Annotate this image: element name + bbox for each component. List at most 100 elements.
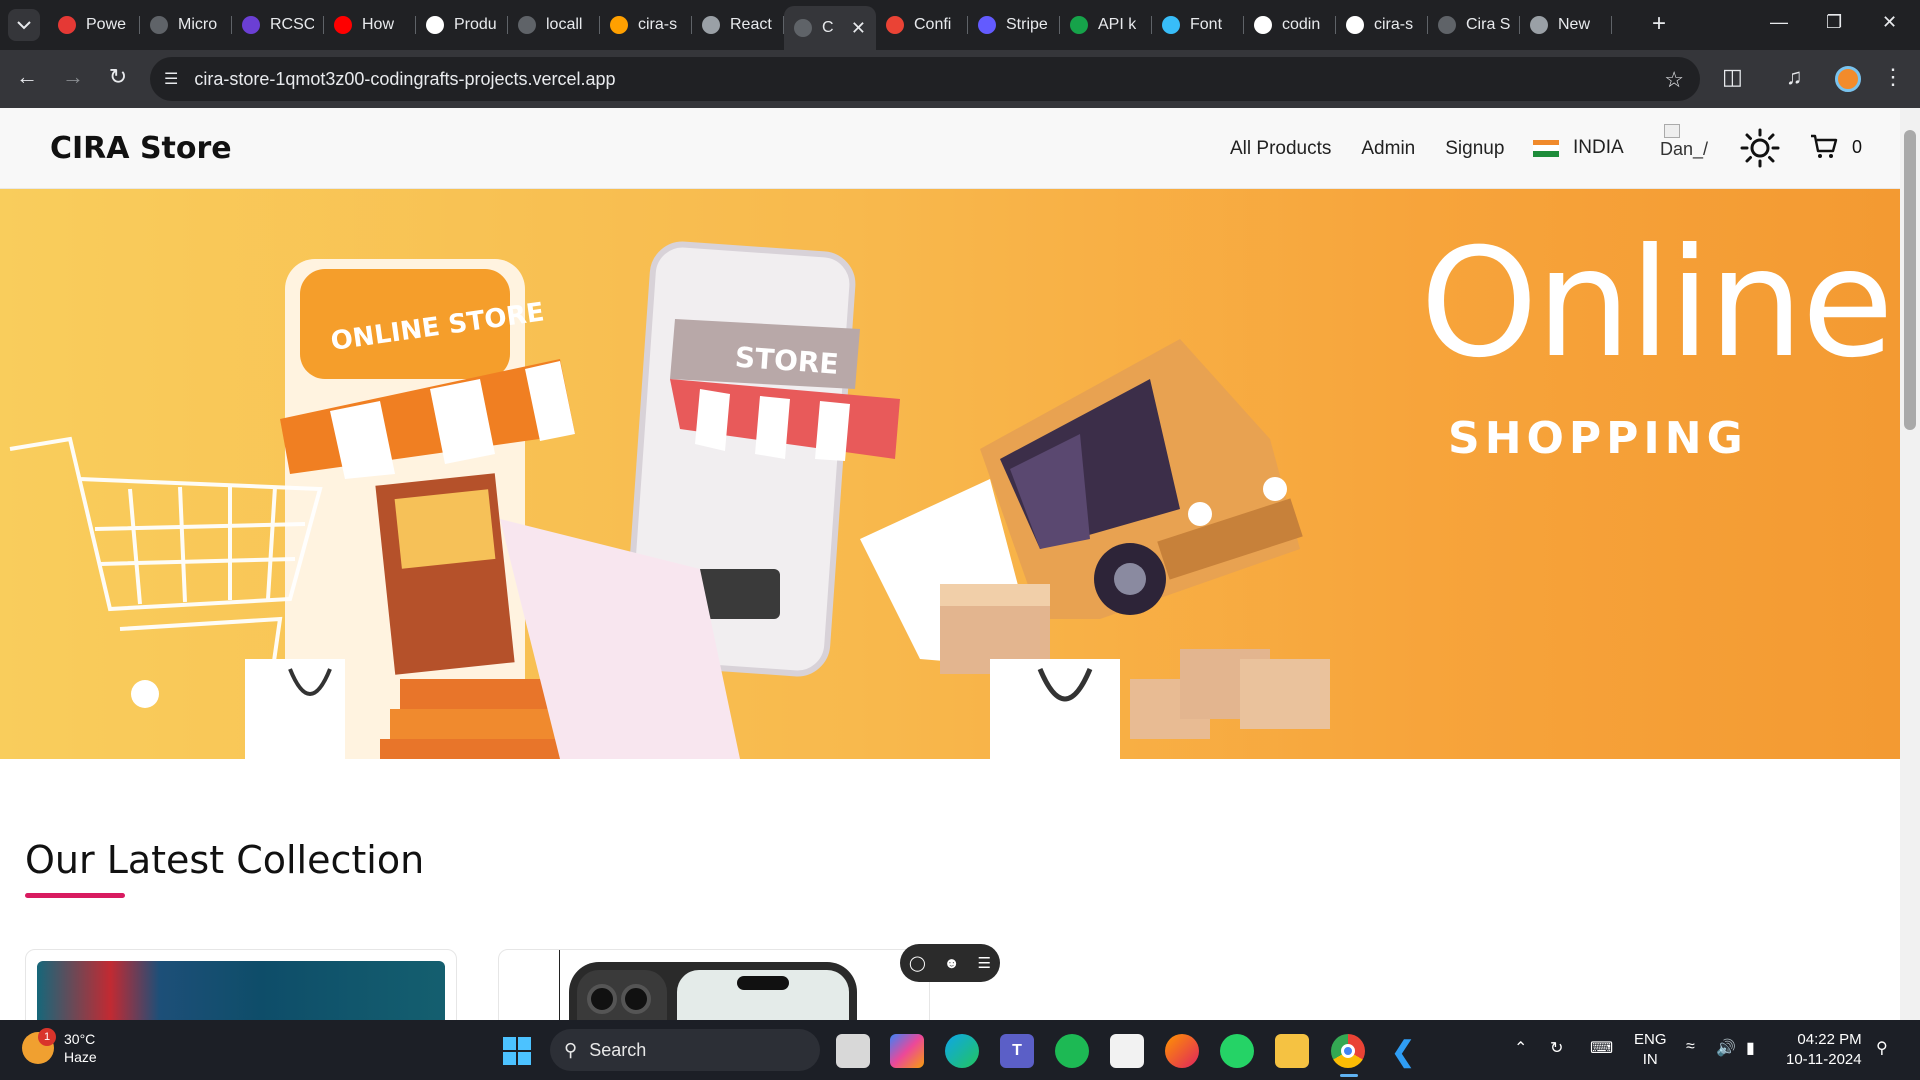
nav-links: All Products Admin Signup <box>1230 138 1504 160</box>
comment-icon[interactable]: ◯ <box>909 954 926 972</box>
browser-tab[interactable]: React <box>692 6 784 44</box>
browser-tab-label: C <box>822 19 834 36</box>
browser-tab[interactable]: cira-s <box>600 6 692 44</box>
battery-icon[interactable]: ▮ <box>1746 1038 1755 1058</box>
teams-icon[interactable]: T <box>1000 1034 1034 1068</box>
language-code: ENG <box>1634 1031 1667 1048</box>
vscode-icon[interactable]: ❮ <box>1386 1034 1420 1068</box>
forward-button[interactable]: → <box>58 64 88 90</box>
browser-tab-label: API k <box>1098 16 1137 33</box>
volume-icon[interactable]: 🔊 <box>1716 1038 1736 1058</box>
browser-tab[interactable]: How <box>324 6 416 44</box>
cart-button[interactable]: 0 <box>1810 134 1862 160</box>
nav-admin[interactable]: Admin <box>1361 138 1415 160</box>
browser-tab[interactable]: codin <box>1244 6 1336 44</box>
browser-tab[interactable]: locall <box>508 6 600 44</box>
tab-search-button[interactable] <box>8 9 40 41</box>
back-button[interactable]: ← <box>12 64 42 90</box>
weather-description: Haze <box>64 1049 97 1065</box>
sync-icon[interactable]: ↻ <box>1550 1038 1563 1058</box>
browser-tab[interactable]: cira-s <box>1336 6 1428 44</box>
weather-widget[interactable]: 1 30°C Haze <box>22 1028 97 1066</box>
profile-avatar[interactable] <box>1835 66 1861 92</box>
new-tab-button[interactable]: + <box>1652 12 1666 36</box>
site-navbar: CIRA Store All Products Admin Signup IND… <box>0 108 1900 189</box>
bookmark-star-icon[interactable]: ☆ <box>1664 67 1684 93</box>
browser-tab[interactable]: Produ <box>416 6 508 44</box>
menu-lines-icon[interactable]: ☰ <box>978 954 991 972</box>
gmail-icon <box>886 16 904 34</box>
browser-tab[interactable]: Confi <box>876 6 968 44</box>
browser-tab[interactable]: New <box>1520 6 1612 44</box>
minimize-button[interactable]: — <box>1770 12 1788 33</box>
search-icon: ⚲ <box>564 1039 578 1060</box>
browser-tab-label: RCSC <box>270 16 314 33</box>
store-icon[interactable] <box>1110 1034 1144 1068</box>
browser-tab-label: cira-s <box>638 16 678 33</box>
add-user-icon[interactable]: ☻ <box>944 955 960 972</box>
stripe-icon <box>978 16 996 34</box>
keyboard-icon[interactable]: ⌨ <box>1590 1038 1613 1058</box>
language-indicator[interactable]: ENG IN <box>1634 1030 1667 1070</box>
browser-tab[interactable]: Powe <box>48 6 140 44</box>
taskbar-search[interactable]: ⚲ Search <box>550 1029 820 1071</box>
browser-tab[interactable]: Micro <box>140 6 232 44</box>
notification-bell-icon[interactable]: ⚲ <box>1876 1038 1888 1058</box>
target-icon <box>58 16 76 34</box>
browser-tab[interactable]: C ✕ <box>784 6 876 50</box>
chrome-icon[interactable] <box>1331 1034 1365 1068</box>
language-region: IN <box>1642 1051 1658 1068</box>
title-underline <box>25 893 125 898</box>
file-explorer-icon[interactable] <box>1275 1034 1309 1068</box>
page-scrollbar[interactable] <box>1900 108 1920 1020</box>
user-avatar[interactable]: Dan_/ <box>1660 124 1708 160</box>
country-selector[interactable]: INDIA <box>1533 137 1624 159</box>
site-logo[interactable]: CIRA Store <box>50 131 232 166</box>
s-icon <box>1070 16 1088 34</box>
firebase-icon <box>610 16 628 34</box>
weather-haze-icon: 1 <box>22 1028 56 1064</box>
reload-button[interactable]: ↻ <box>103 64 133 90</box>
user-avatar-alt-text: Dan_/ <box>1660 139 1709 159</box>
globe-icon <box>150 16 168 34</box>
browser-toolbar: ← → ↻ ☰ cira-store-1qmot3z00-codingrafts… <box>0 50 1920 108</box>
url-text[interactable]: cira-store-1qmot3z00-codingrafts-project… <box>194 69 615 90</box>
floating-toolbar: ◯ ☻ ☰ <box>900 944 1000 982</box>
taskbar-search-label: Search <box>589 1039 647 1060</box>
browser-tab[interactable]: RCSC <box>232 6 324 44</box>
media-control-icon[interactable]: ♫ <box>1786 64 1803 90</box>
browser-tab-label: Confi <box>914 16 952 33</box>
address-bar[interactable]: ☰ cira-store-1qmot3z00-codingrafts-proje… <box>150 57 1700 101</box>
browser-tab[interactable]: Stripe <box>968 6 1060 44</box>
close-tab-icon[interactable]: ✕ <box>851 18 866 39</box>
firefox-icon[interactable] <box>1165 1034 1199 1068</box>
nav-all-products[interactable]: All Products <box>1230 138 1331 160</box>
task-view-icon[interactable] <box>836 1034 870 1068</box>
site-info-icon[interactable]: ☰ <box>164 69 178 89</box>
windows-logo-icon <box>503 1037 531 1065</box>
copilot-icon[interactable] <box>890 1034 924 1068</box>
browser-tab[interactable]: Font <box>1152 6 1244 44</box>
extensions-icon[interactable]: ◫ <box>1722 64 1743 90</box>
system-clock[interactable]: 04:22 PM 10-11-2024 <box>1786 1030 1862 1070</box>
sun-theme-toggle-icon[interactable] <box>1740 128 1780 168</box>
start-button[interactable] <box>500 1034 534 1068</box>
whatsapp-icon[interactable] <box>1220 1034 1254 1068</box>
country-label: INDIA <box>1573 137 1624 158</box>
scrollbar-thumb[interactable] <box>1904 130 1916 430</box>
tray-overflow-icon[interactable]: ⌃ <box>1514 1038 1527 1058</box>
browser-tab[interactable]: Cira S <box>1428 6 1520 44</box>
browser-tab[interactable]: API k <box>1060 6 1152 44</box>
browser-tab-label: React <box>730 16 772 33</box>
globe-icon <box>518 16 536 34</box>
broken-image-icon <box>1664 124 1680 138</box>
wifi-icon[interactable]: ≈ <box>1686 1038 1695 1056</box>
edge-icon[interactable] <box>945 1034 979 1068</box>
menu-dots-icon[interactable]: ⋮ <box>1882 64 1904 90</box>
chrome-icon <box>1530 16 1548 34</box>
hero-banner[interactable]: ONLINE STORE STORE Online. SHOPPING <box>0 189 1900 759</box>
spotify-icon[interactable] <box>1055 1034 1089 1068</box>
nav-signup[interactable]: Signup <box>1445 138 1504 160</box>
close-window-button[interactable]: ✕ <box>1882 12 1897 33</box>
restore-button[interactable]: ❐ <box>1826 12 1842 33</box>
